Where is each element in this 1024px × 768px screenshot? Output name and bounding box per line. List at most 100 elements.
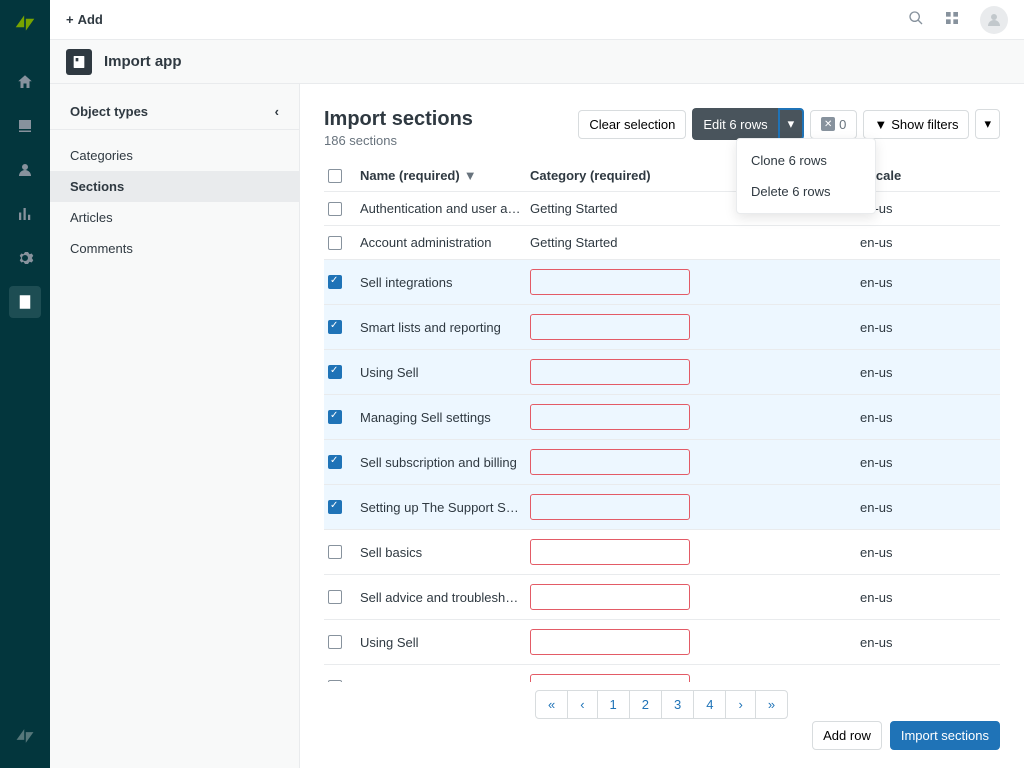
sidebar-item-comments[interactable]: Comments: [50, 233, 299, 264]
page-button[interactable]: ›: [725, 690, 755, 719]
row-checkbox[interactable]: [328, 500, 342, 514]
cell-category[interactable]: Getting Started: [530, 235, 700, 250]
table-row[interactable]: Managing Sell settingsen-us: [324, 395, 1000, 440]
row-checkbox[interactable]: [328, 455, 342, 469]
category-input-error[interactable]: [530, 539, 690, 565]
caret-down-icon: ▾: [984, 116, 991, 132]
category-input-error[interactable]: [530, 629, 690, 655]
clone-rows-item[interactable]: Clone 6 rows: [737, 145, 875, 176]
row-checkbox[interactable]: [328, 410, 342, 424]
page-button[interactable]: 1: [597, 690, 630, 719]
row-checkbox[interactable]: [328, 275, 342, 289]
cell-name: Sell integrations: [360, 275, 530, 290]
category-input-error[interactable]: [530, 404, 690, 430]
nav-home[interactable]: [9, 66, 41, 98]
cell-category[interactable]: [530, 539, 700, 565]
search-icon[interactable]: [908, 10, 924, 29]
category-input-error[interactable]: [530, 674, 690, 682]
cell-locale: en-us: [860, 365, 1000, 380]
sidebar-item-articles[interactable]: Articles: [50, 202, 299, 233]
avatar[interactable]: [980, 6, 1008, 34]
add-row-button[interactable]: Add row: [812, 721, 882, 750]
clear-selection-button[interactable]: Clear selection: [578, 110, 686, 139]
cell-name: Smart lists and reporting: [360, 320, 530, 335]
delete-rows-item[interactable]: Delete 6 rows: [737, 176, 875, 207]
page-button[interactable]: «: [535, 690, 568, 719]
table-row[interactable]: Smart lists and reportingen-us: [324, 305, 1000, 350]
table-row[interactable]: Sell integrationsen-us: [324, 260, 1000, 305]
page-button[interactable]: 4: [693, 690, 726, 719]
category-input-error[interactable]: [530, 584, 690, 610]
show-filters-button[interactable]: ▼Show filters: [863, 110, 969, 139]
row-checkbox[interactable]: [328, 590, 342, 604]
table-row[interactable]: Sell subscription and billing en-us: [324, 440, 1000, 485]
cell-category[interactable]: [530, 314, 700, 340]
sidebar-item-sections[interactable]: Sections: [50, 171, 299, 202]
row-checkbox[interactable]: [328, 545, 342, 559]
row-checkbox[interactable]: [328, 635, 342, 649]
table-row[interactable]: Sell advice and troubleshootingen-us: [324, 575, 1000, 620]
row-checkbox[interactable]: [328, 680, 342, 682]
sidebar-item-categories[interactable]: Categories: [50, 140, 299, 171]
import-sections-button[interactable]: Import sections: [890, 721, 1000, 750]
zendesk-logo: [12, 10, 38, 36]
row-checkbox[interactable]: [328, 202, 342, 216]
cell-category[interactable]: [530, 494, 700, 520]
col-category[interactable]: Category (required): [530, 168, 700, 183]
cell-category[interactable]: [530, 449, 700, 475]
import-app-icon: [66, 49, 92, 75]
col-locale[interactable]: Locale: [860, 168, 1000, 183]
nav-users[interactable]: [9, 154, 41, 186]
table-row[interactable]: Account administrationGetting Starteden-…: [324, 226, 1000, 260]
cell-category[interactable]: [530, 629, 700, 655]
table-row[interactable]: Using Sell en-us: [324, 350, 1000, 395]
table-row[interactable]: Setting up The Support Suiteen-us: [324, 485, 1000, 530]
edit-rows-button[interactable]: Edit 6 rows: [692, 108, 777, 140]
cell-name: Using Sell: [360, 365, 530, 380]
appbar: Import app: [50, 40, 1024, 84]
select-all-checkbox[interactable]: [328, 169, 342, 183]
category-input-error[interactable]: [530, 494, 690, 520]
btn-label: Clear selection: [589, 117, 675, 132]
nav-inbox[interactable]: [9, 110, 41, 142]
page-button[interactable]: 3: [661, 690, 694, 719]
more-caret[interactable]: ▾: [975, 109, 1000, 139]
page-button[interactable]: ‹: [567, 690, 597, 719]
cell-locale: en-us: [860, 455, 1000, 470]
cell-name: Sell subscription and billing: [360, 455, 530, 470]
nav-settings[interactable]: [9, 242, 41, 274]
table-row[interactable]: Using Sellen-us: [324, 620, 1000, 665]
page-button[interactable]: 2: [629, 690, 662, 719]
row-checkbox[interactable]: [328, 320, 342, 334]
row-checkbox[interactable]: [328, 365, 342, 379]
page-button[interactable]: »: [755, 690, 788, 719]
nav-reports[interactable]: [9, 198, 41, 230]
table-row[interactable]: Getting started with Sellen-us: [324, 665, 1000, 682]
edit-rows-caret[interactable]: ▾: [778, 108, 805, 140]
btn-label: Show filters: [891, 117, 958, 132]
row-checkbox[interactable]: [328, 236, 342, 250]
cell-category[interactable]: [530, 584, 700, 610]
category-input-error[interactable]: [530, 449, 690, 475]
cell-category[interactable]: [530, 359, 700, 385]
cell-category[interactable]: [530, 404, 700, 430]
cell-name: Getting started with Sell: [360, 680, 530, 683]
cell-category[interactable]: [530, 269, 700, 295]
cell-category[interactable]: [530, 674, 700, 682]
table-row[interactable]: Sell basicsen-us: [324, 530, 1000, 575]
category-input-error[interactable]: [530, 314, 690, 340]
table-row[interactable]: Authentication and user accessGetting St…: [324, 192, 1000, 226]
col-name[interactable]: Name (required)▼: [360, 168, 530, 183]
category-input-error[interactable]: [530, 359, 690, 385]
plus-icon: +: [66, 12, 74, 27]
category-input-error[interactable]: [530, 269, 690, 295]
cell-name: Authentication and user access: [360, 201, 530, 216]
add-button[interactable]: + Add: [66, 12, 103, 27]
sidebar-header[interactable]: Object types ‹: [50, 104, 299, 130]
nav-import-app[interactable]: [9, 286, 41, 318]
cell-category[interactable]: Getting Started: [530, 201, 700, 216]
toolbar: Clear selection Edit 6 rows ▾ ✕0 ▼Show f…: [578, 108, 1000, 140]
apps-icon[interactable]: [944, 10, 960, 29]
error-count-button[interactable]: ✕0: [810, 110, 857, 139]
cell-locale: en-us: [860, 635, 1000, 650]
